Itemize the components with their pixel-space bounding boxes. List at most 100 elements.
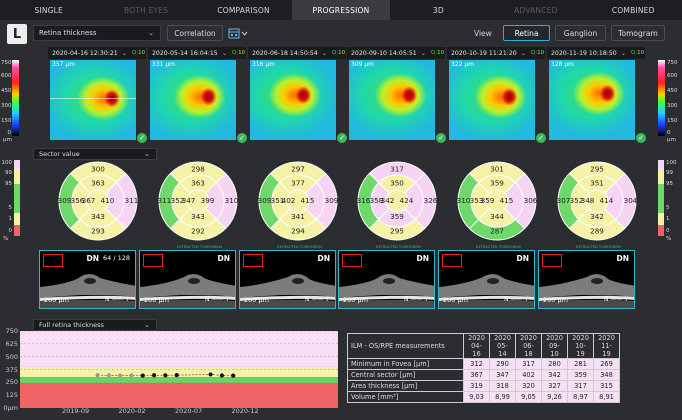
thickness-map[interactable]: 322 µm: [449, 60, 535, 140]
column-year: 2020: [546, 334, 563, 342]
data-point[interactable]: [163, 373, 168, 378]
sector-value-select[interactable]: Sector value ⌄: [33, 148, 157, 160]
calendar-icon: [228, 28, 248, 39]
band-low: [20, 383, 338, 408]
tab-progression[interactable]: PROGRESSION: [292, 0, 390, 20]
oct-tomogram[interactable]: DN 64 / 128 200 µm N —— T: [39, 250, 136, 309]
exam-date-select[interactable]: 2020-04-16 12:30:21 ⌄ Q: 10: [48, 47, 146, 59]
oct-tomogram[interactable]: DN 200 µm N —— T: [438, 250, 535, 309]
etdrs-sector-grid[interactable]: 297377351402 415309 309341294: [258, 161, 338, 241]
table-cell: 9,03: [463, 391, 490, 403]
temporal-label: T: [424, 296, 428, 303]
thickness-map[interactable]: 357 µm: [50, 60, 136, 140]
sector-value: 343: [91, 212, 105, 221]
sector-value: 309: [58, 196, 72, 205]
thickness-map[interactable]: 328 µm: [549, 60, 635, 140]
view-ganglion-button[interactable]: Ganglion: [555, 25, 606, 41]
table-cell: 317: [515, 358, 542, 370]
etdrs-sector-grid[interactable]: 317350358342 424316 326359295: [357, 161, 437, 241]
data-point[interactable]: [118, 373, 123, 378]
percentile-tick: 5: [666, 205, 670, 211]
tab-both-eyes[interactable]: BOTH EYES: [97, 0, 194, 20]
data-point[interactable]: [219, 373, 224, 378]
data-point[interactable]: [174, 373, 179, 378]
oct-tomogram[interactable]: DN 200 µm N —— T: [139, 250, 236, 309]
thickness-map[interactable]: 331 µm: [150, 60, 236, 140]
colorbar-tick: 600: [667, 73, 678, 79]
exam-date-select[interactable]: 2020-06-18 14:50:54 ⌄ Q: 10: [248, 47, 346, 59]
data-point[interactable]: [152, 373, 157, 378]
exam-date-select[interactable]: 2020-05-14 16:04:15 ⌄ Q: 10: [148, 47, 246, 59]
sector-value: 415: [301, 196, 315, 205]
oct-tomogram[interactable]: DN 200 µm N —— T: [338, 250, 435, 309]
tab-comparison[interactable]: COMPARISON: [195, 0, 292, 20]
percentile-tick: 0: [8, 228, 13, 234]
tab-3d[interactable]: 3D: [390, 0, 487, 20]
view-retina-button[interactable]: Retina: [503, 25, 550, 41]
sector-value: 342: [381, 196, 395, 205]
etdrs-sector-grid[interactable]: 301359353359 415310 306344287: [457, 161, 537, 241]
etdrs-sector-grid[interactable]: 298363352347 399311 310343292: [158, 161, 238, 241]
data-point[interactable]: [95, 373, 100, 378]
view-tomogram-button[interactable]: Tomogram: [611, 25, 665, 41]
chevron-down-icon: ⌄: [144, 150, 150, 158]
colorbar-tick: 450: [667, 88, 678, 94]
slice-counter: 64 / 128: [103, 254, 130, 262]
etdrs-sector-grid[interactable]: 295351352348 414307 304342289: [557, 161, 637, 241]
scan-position-box: [143, 254, 163, 267]
thickness-colorbar-left: [12, 60, 19, 136]
correlation-button[interactable]: Correlation: [167, 25, 223, 41]
oct-tomogram[interactable]: DN 200 µm N —— T: [239, 250, 336, 309]
data-point[interactable]: [231, 373, 236, 378]
sector-value: 342: [590, 212, 604, 221]
colorbar-tick: 600: [1, 73, 12, 79]
exam-date-select[interactable]: 2020-11-19 10:18:50 ⌄ Q: 10: [547, 47, 645, 59]
thickness-map[interactable]: 309 µm: [349, 60, 435, 140]
column-year: 2020: [468, 334, 485, 342]
sector-value: 304: [624, 196, 637, 205]
data-point[interactable]: [140, 373, 145, 378]
etdrs-sector-grid[interactable]: 300363356367 410309 311343293: [58, 161, 138, 241]
tab-combined[interactable]: COMBINED: [585, 0, 682, 20]
tab-advanced[interactable]: ADVANCED: [487, 0, 584, 20]
band-high: [20, 331, 338, 367]
percentile-unit: %: [666, 236, 672, 242]
thickness-map[interactable]: 316 µm: [250, 60, 336, 140]
quality-value: 10: [637, 50, 645, 56]
table-cell: 348: [593, 369, 620, 381]
chevron-down-icon: ⌄: [121, 49, 127, 57]
extracted-tomogram-label: EXTRACTED TOMOGRAM: [476, 245, 521, 249]
exam-date-select[interactable]: 2020-09-10 14:05:51 ⌄ Q: 10: [347, 47, 445, 59]
scan-position-box: [43, 254, 63, 267]
chevron-down-icon: ⌄: [520, 49, 526, 57]
sector-value: 402: [282, 196, 296, 205]
scan-position-box: [243, 254, 263, 267]
colorbar-tick: 300: [1, 103, 12, 109]
data-point[interactable]: [106, 373, 111, 378]
tab-single[interactable]: SINGLE: [0, 0, 97, 20]
trend-metric-select[interactable]: Full retina thickness ⌄: [33, 319, 157, 331]
sector-value: 309: [258, 196, 272, 205]
sector-value: 316: [357, 196, 371, 205]
table-row: Minimum in Fovea [µm] 312 290 317 280 281 269: [347, 358, 620, 370]
sector-value: 300: [91, 165, 105, 174]
y-axis-tick: 250: [5, 378, 18, 387]
row-label: Minimum in Fovea [µm]: [347, 358, 464, 370]
colorbar-tick: 0: [667, 130, 671, 136]
oct-tomogram[interactable]: DN 200 µm N —— T: [538, 250, 635, 309]
exam-date: 2020-06-18 14:50:54: [252, 49, 318, 57]
table-cell: 320: [515, 380, 542, 392]
orientation-label: N —— T: [504, 296, 528, 303]
percentile-tick: 100: [666, 160, 677, 166]
data-point[interactable]: [208, 372, 213, 377]
trend-metric-label: Full retina thickness: [39, 321, 104, 329]
exam-date-select[interactable]: 2020-10-19 11:21:20 ⌄ Q: 10: [447, 47, 545, 59]
table-cell: 367: [463, 369, 490, 381]
percentile-tick: 95: [666, 181, 673, 187]
calendar-dropdown[interactable]: [227, 25, 249, 41]
eye-indicator: L: [7, 24, 27, 44]
sector-value: 292: [191, 227, 205, 236]
data-point[interactable]: [129, 373, 134, 378]
map-type-select[interactable]: Retina thickness ⌄: [33, 25, 161, 41]
x-axis-tick: 2020-07: [175, 407, 203, 415]
